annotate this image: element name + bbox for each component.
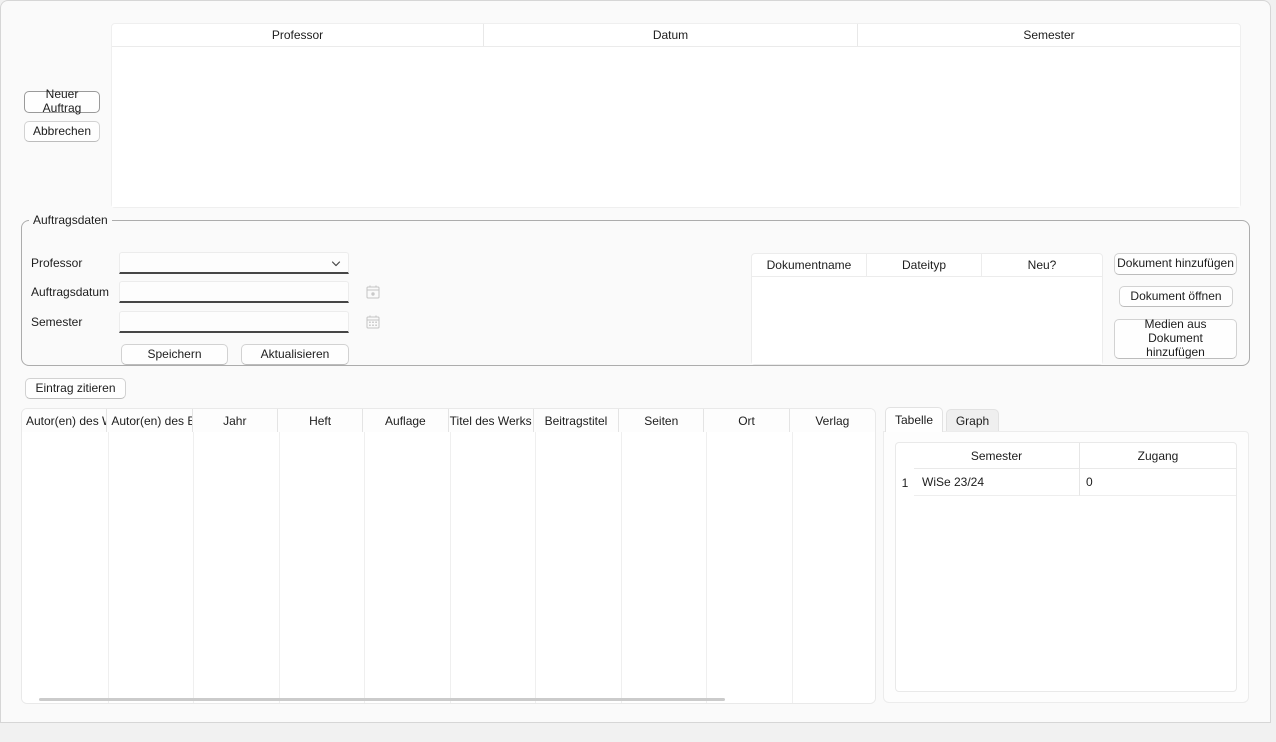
tab-tabelle[interactable]: Tabelle [885, 407, 943, 432]
entries-column-header-year[interactable]: Jahr [193, 409, 278, 432]
horizontal-scrollbar[interactable] [39, 698, 725, 701]
column-separator [792, 432, 793, 703]
documents-column-header-new[interactable]: Neu? [982, 254, 1102, 276]
order-form-legend: Auftragsdaten [29, 213, 112, 227]
column-separator [364, 432, 365, 703]
professor-label: Professor [31, 256, 82, 270]
semester-cell[interactable]: WiSe 23/24 [914, 469, 1079, 496]
cancel-button[interactable]: Abbrechen [24, 121, 100, 142]
semester-field[interactable] [119, 311, 349, 333]
orders-column-header-professor[interactable]: Professor [112, 24, 484, 46]
app-window: Professor Datum Semester Neuer Auftrag A… [0, 0, 1271, 723]
semester-input[interactable] [124, 312, 324, 332]
orders-column-header-semester[interactable]: Semester [858, 24, 1240, 46]
order-date-input[interactable] [124, 282, 324, 302]
refresh-button[interactable]: Aktualisieren [241, 344, 349, 365]
entries-column-header-contribution-title[interactable]: Beitragstitel [534, 409, 619, 432]
row-number: 1 [896, 469, 914, 496]
documents-column-header-filetype[interactable]: Dateityp [867, 254, 982, 276]
column-separator [108, 432, 109, 703]
column-separator [450, 432, 451, 703]
stats-panel: Semester Zugang 1 WiSe 23/24 0 [883, 431, 1249, 703]
orders-table-header: Professor Datum Semester [112, 24, 1240, 47]
entries-column-header-place[interactable]: Ort [704, 409, 789, 432]
orders-table: Professor Datum Semester [111, 23, 1241, 208]
documents-column-header-name[interactable]: Dokumentname [752, 254, 867, 276]
column-separator [193, 432, 194, 703]
entries-column-header-issue[interactable]: Heft [278, 409, 363, 432]
entries-column-header-work-title[interactable]: Titel des Werks [449, 409, 534, 432]
documents-table-header: Dokumentname Dateityp Neu? [752, 254, 1102, 277]
calendar-icon [365, 314, 381, 330]
entries-table: Autor(en) des Werks Autor(en) des Beitra… [21, 408, 876, 704]
entries-column-header-edition[interactable]: Auflage [363, 409, 448, 432]
stats-column-header-zugang[interactable]: Zugang [1079, 443, 1236, 469]
column-separator [279, 432, 280, 703]
order-date-field[interactable] [119, 281, 349, 303]
professor-combobox[interactable] [119, 252, 349, 274]
order-form-group: Auftragsdaten Professor Auftragsdatum Se… [21, 213, 1250, 366]
documents-table: Dokumentname Dateityp Neu? [751, 253, 1103, 365]
save-button[interactable]: Speichern [121, 344, 228, 365]
tab-graph[interactable]: Graph [946, 409, 999, 432]
order-date-label: Auftragsdatum [31, 285, 109, 299]
open-document-button[interactable]: Dokument öffnen [1119, 286, 1233, 307]
entries-table-body[interactable] [22, 432, 875, 703]
professor-combobox-input[interactable] [124, 253, 324, 273]
row-number-gutter [896, 443, 914, 469]
chevron-down-icon[interactable] [330, 258, 342, 270]
semester-stats-table: Semester Zugang 1 WiSe 23/24 0 [895, 442, 1237, 692]
documents-table-body[interactable] [752, 277, 1102, 364]
semester-label: Semester [31, 315, 82, 329]
entries-column-header-publisher[interactable]: Verlag [790, 409, 875, 432]
entries-column-header-work-authors[interactable]: Autor(en) des Werks [22, 409, 107, 432]
column-separator [706, 432, 707, 703]
stats-column-header-semester[interactable]: Semester [914, 443, 1079, 469]
stats-table-header: Semester Zugang [896, 443, 1236, 469]
cite-entry-button[interactable]: Eintrag zitieren [25, 378, 126, 399]
orders-table-body[interactable] [112, 47, 1240, 207]
zugang-cell[interactable]: 0 [1079, 469, 1236, 496]
column-separator [621, 432, 622, 703]
column-separator [535, 432, 536, 703]
add-document-button[interactable]: Dokument hinzufügen [1114, 253, 1237, 275]
table-row[interactable]: 1 WiSe 23/24 0 [896, 469, 1236, 496]
new-order-button[interactable]: Neuer Auftrag [24, 91, 100, 113]
orders-column-header-datum[interactable]: Datum [484, 24, 858, 46]
entries-table-header: Autor(en) des Werks Autor(en) des Beitra… [22, 409, 875, 433]
add-media-from-document-button[interactable]: Medien aus Dokument hinzufügen [1114, 319, 1237, 359]
calendar-today-icon [365, 284, 381, 300]
entries-column-header-pages[interactable]: Seiten [619, 409, 704, 432]
entries-column-header-contribution-authors[interactable]: Autor(en) des Beitrags [107, 409, 192, 432]
